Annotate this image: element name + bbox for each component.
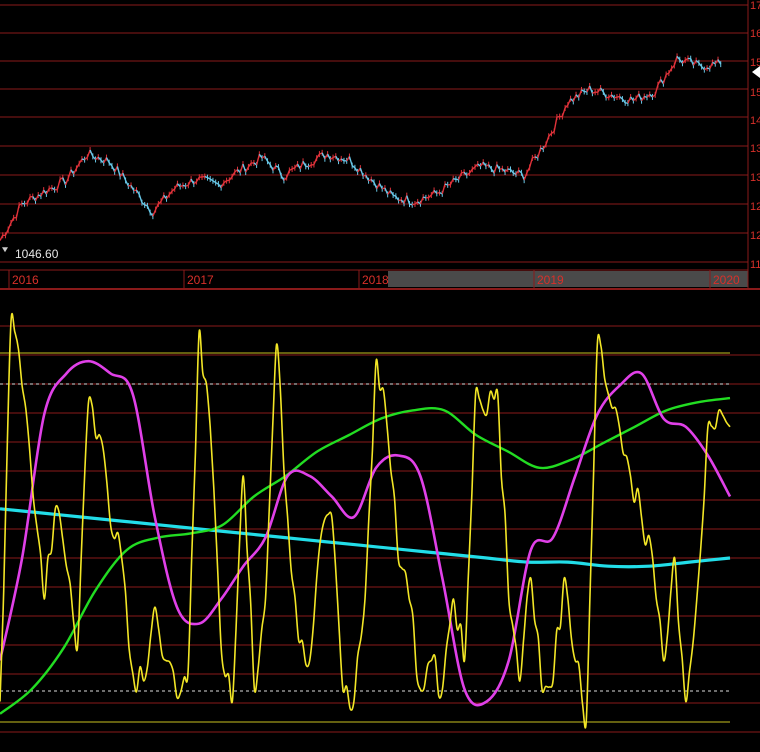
green-series-line xyxy=(0,396,731,715)
yellow-series-line xyxy=(0,312,731,729)
oscillator-reference-lines xyxy=(0,352,730,723)
oscillator-panel xyxy=(0,312,760,733)
